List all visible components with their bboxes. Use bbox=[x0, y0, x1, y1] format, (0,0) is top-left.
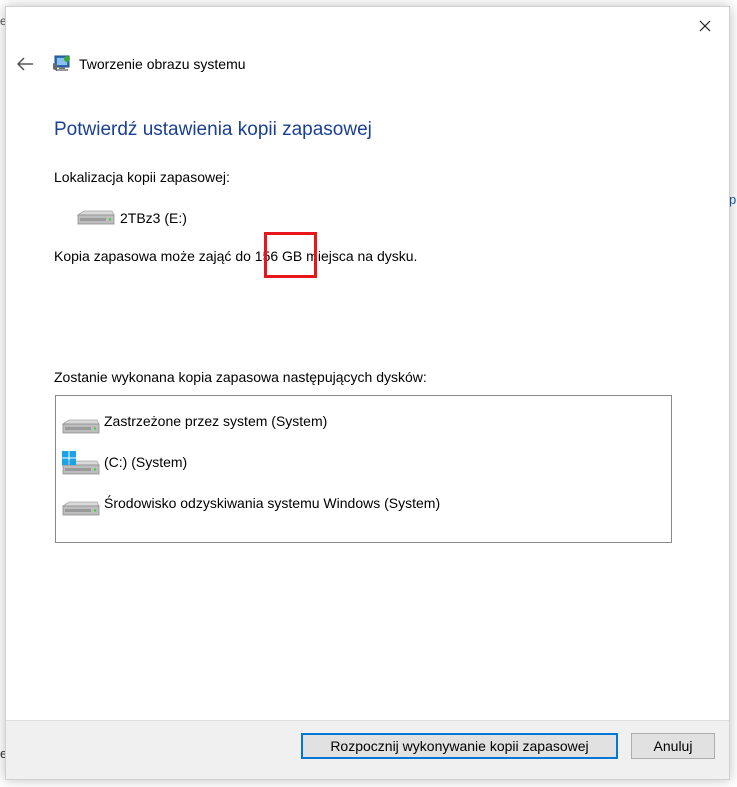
arrow-left-icon bbox=[16, 57, 33, 71]
back-button[interactable] bbox=[14, 53, 36, 75]
backup-size-value: 156 GB bbox=[254, 248, 303, 264]
drive-icon bbox=[76, 210, 115, 225]
window-title: Tworzenie obrazu systemu bbox=[79, 56, 246, 72]
close-button[interactable] bbox=[685, 9, 725, 43]
cancel-button[interactable]: Anuluj bbox=[631, 733, 715, 759]
close-icon bbox=[699, 20, 711, 32]
disk-label: Zastrzeżone przez system (System) bbox=[104, 413, 328, 429]
disks-list[interactable]: Zastrzeżone przez system (System) (C:) (… bbox=[55, 395, 672, 543]
drive-icon bbox=[61, 419, 100, 434]
list-item[interactable]: Środowisko odzyskiwania systemu Windows … bbox=[61, 492, 441, 520]
dialog-footer: Rozpocznij wykonywanie kopii zapasowej A… bbox=[6, 720, 729, 779]
target-drive-name: 2TBz3 (E:) bbox=[120, 210, 187, 226]
backup-size-text: Kopia zapasowa może zająć do 156 GB miej… bbox=[54, 248, 417, 264]
system-image-backup-icon bbox=[53, 55, 70, 71]
disk-label: (C:) (System) bbox=[104, 454, 188, 470]
disk-label: Środowisko odzyskiwania systemu Windows … bbox=[104, 495, 441, 511]
windows-logo-icon bbox=[62, 451, 76, 465]
background-link-fragment: p bbox=[729, 192, 737, 207]
dialog-header: Tworzenie obrazu systemu bbox=[6, 47, 729, 83]
start-backup-button[interactable]: Rozpocznij wykonywanie kopii zapasowej bbox=[301, 733, 618, 759]
target-drive: 2TBz3 (E:) bbox=[74, 208, 187, 228]
list-item[interactable]: (C:) (System) bbox=[61, 451, 188, 479]
backup-dialog: Tworzenie obrazu systemu Potwierdź ustaw… bbox=[5, 6, 730, 780]
drive-icon bbox=[61, 501, 100, 516]
page-heading: Potwierdź ustawienia kopii zapasowej bbox=[54, 119, 372, 140]
size-prefix: Kopia zapasowa może zająć do bbox=[54, 248, 255, 264]
disks-to-backup-label: Zostanie wykonana kopia zapasowa następu… bbox=[54, 369, 427, 385]
size-suffix: miejsca na dysku. bbox=[302, 248, 418, 264]
list-item[interactable]: Zastrzeżone przez system (System) bbox=[61, 410, 328, 438]
backup-location-label: Lokalizacja kopii zapasowej: bbox=[54, 169, 230, 185]
